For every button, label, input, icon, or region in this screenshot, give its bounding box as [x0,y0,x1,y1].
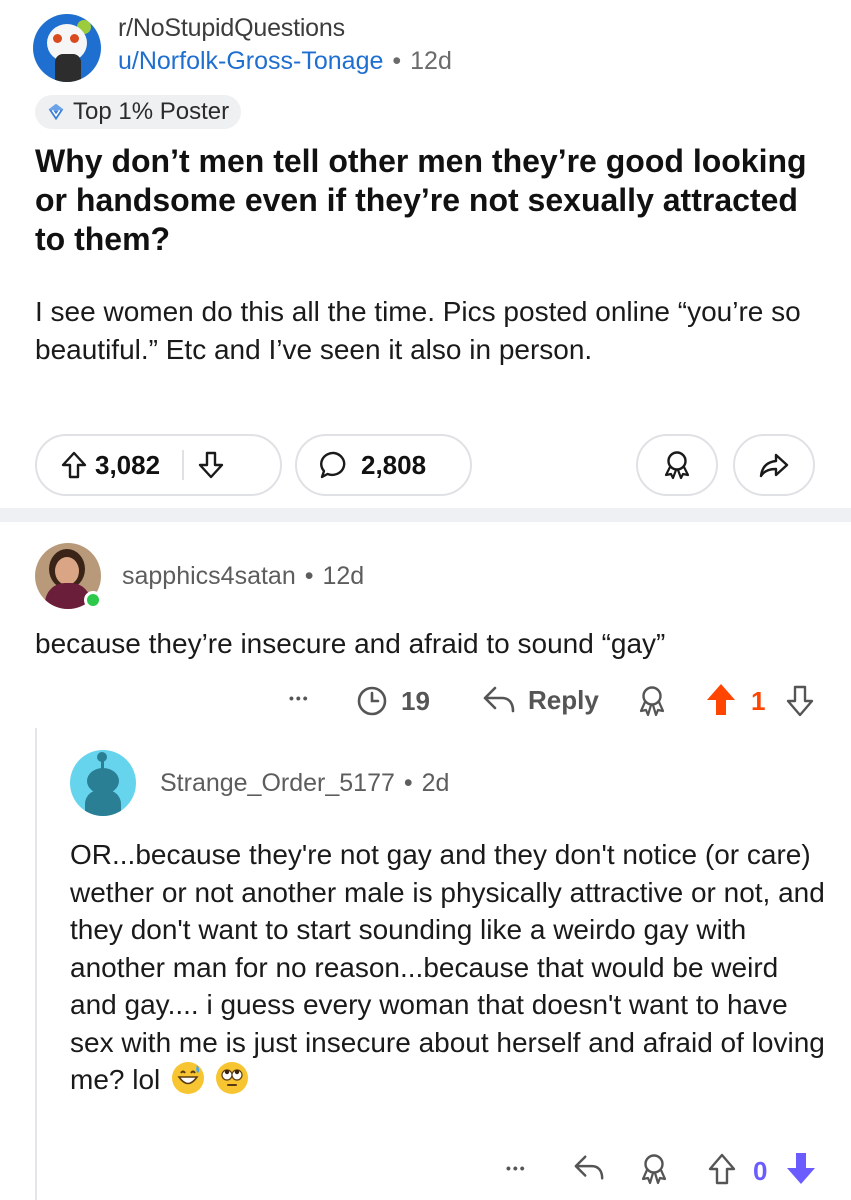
comment-score: 1 [751,686,766,716]
comment-count: 2,808 [361,449,427,480]
upvote-icon [708,1153,736,1185]
reply-button[interactable]: Reply [482,684,599,716]
vote-bar: 3,082 [35,434,282,496]
post-author[interactable]: u/Norfolk-Gross-Tonage [118,47,383,75]
reply-text: OR...because they're not gay and they do… [70,839,825,1095]
upvote-button-active[interactable] [705,682,737,718]
reply-meta: Strange_Order_5177 • 2d [160,769,449,798]
downvote-button-active[interactable] [785,1150,817,1188]
reply-arrow-icon [483,686,515,713]
share-icon [759,453,789,478]
post-age: 12d [410,47,452,75]
reply-score: 0 [753,1156,768,1186]
post-meta: u/Norfolk-Gross-Tonage • 12d [118,47,452,76]
upvote-filled-icon [707,684,735,715]
reply-age: 2d [421,769,450,797]
reply-button[interactable] [573,1152,605,1184]
more-options-button[interactable]: ••• [506,1160,527,1176]
subreddit-avatar[interactable] [33,14,101,82]
downvote-icon [786,685,814,717]
upvote-button[interactable] [707,1152,737,1186]
reply-arrow-icon [574,1155,604,1180]
award-button[interactable] [636,434,718,496]
downvote-icon[interactable] [198,451,224,479]
award-icon [639,686,665,717]
reply-label: Reply [528,684,599,715]
comment-bubble-icon [320,451,346,479]
subreddit-name[interactable]: r/NoStupidQuestions [118,14,345,43]
comment-text: because they’re insecure and afraid to s… [35,628,666,659]
reply-author-avatar[interactable] [70,750,136,816]
meta-separator: • [304,562,314,590]
award-button[interactable] [637,684,667,718]
user-flair: Top 1% Poster [35,95,242,129]
upvote-icon[interactable] [61,451,87,479]
flair-label: Top 1% Poster [73,98,230,125]
post-card: r/NoStupidQuestions u/Norfolk-Gross-Tona… [0,0,851,508]
post-score: 3,082 [95,449,161,480]
reply-count-button[interactable]: 19 [355,684,430,718]
comment-meta: sapphics4satan • 12d [122,562,364,591]
share-button[interactable] [733,434,815,496]
award-button[interactable] [639,1152,669,1186]
reply-count: 19 [401,685,430,716]
post-title[interactable]: Why don’t men tell other men they’re goo… [35,142,815,259]
thread-line[interactable] [35,728,37,1200]
post-body: I see women do this all the time. Pics p… [35,296,801,365]
grinning-sweat-emoji [172,1062,205,1094]
comment-age: 12d [322,562,365,590]
online-status-indicator [84,591,102,609]
vote-divider [182,450,185,480]
comments-button[interactable]: 2,808 [295,434,472,496]
top-poster-icon [48,103,64,121]
award-icon [641,1154,667,1185]
eye-roll-emoji [215,1062,248,1094]
meta-separator: • [403,769,413,797]
clock-icon [357,686,387,716]
comment-author[interactable]: sapphics4satan [122,562,296,590]
reply-author[interactable]: Strange_Order_5177 [160,769,395,797]
reply-text-block: OR...because they're not gay and they do… [70,836,830,1099]
downvote-filled-icon [787,1153,815,1184]
downvote-button[interactable] [785,684,815,718]
section-divider [0,508,851,522]
meta-separator: • [392,47,402,75]
award-icon [664,451,690,480]
more-options-button[interactable]: ••• [289,690,310,706]
